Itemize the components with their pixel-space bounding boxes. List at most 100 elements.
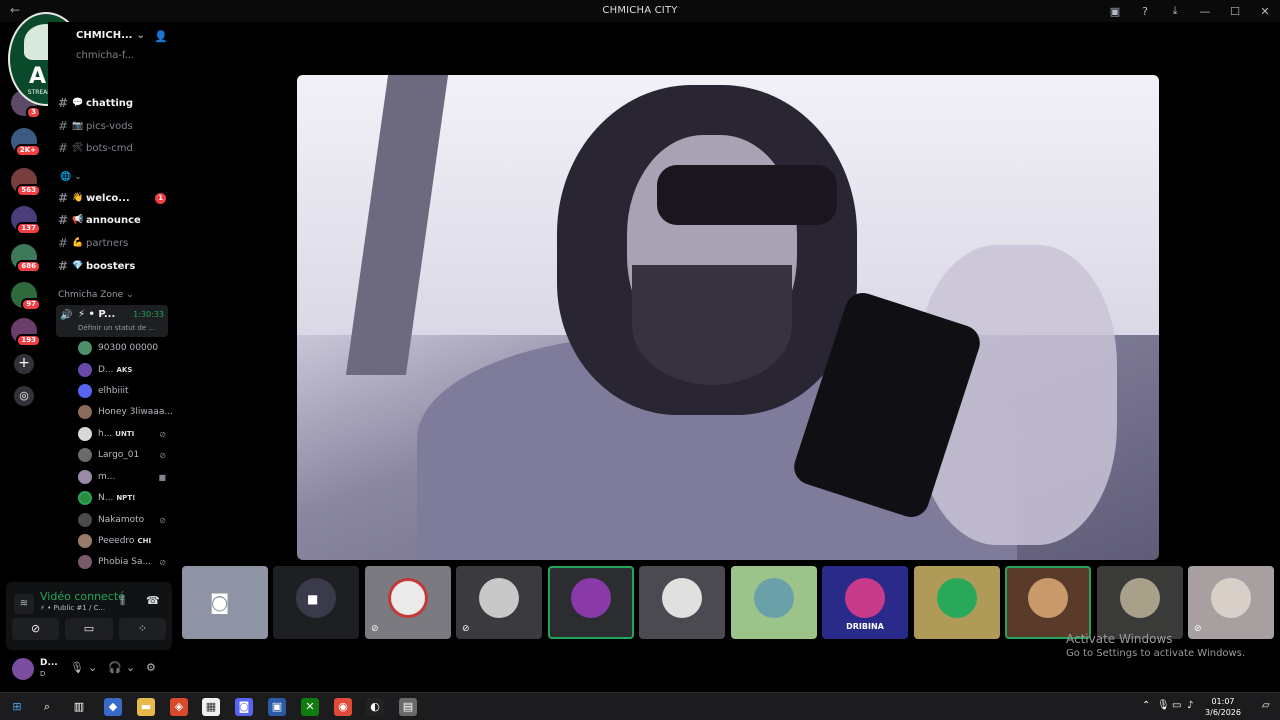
server-icon[interactable]: 686 <box>11 244 41 273</box>
voice-status: Définir un statut de ... <box>78 324 156 332</box>
participant-tile[interactable] <box>548 566 634 639</box>
inbox-icon[interactable]: ▣ <box>1100 5 1130 18</box>
network-icon[interactable]: ▭ <box>1172 700 1181 711</box>
voice-user[interactable]: 90300 00000 <box>78 338 174 358</box>
app-icon[interactable]: ▤ <box>399 698 417 716</box>
avatar <box>662 578 702 618</box>
participant-tile[interactable]: DRIBINA <box>822 566 908 639</box>
help-icon[interactable]: ? <box>1130 5 1160 18</box>
voice-user[interactable]: Peeedro CHI <box>78 531 174 551</box>
volume-icon[interactable]: ♪ <box>1187 700 1193 711</box>
store-icon[interactable]: ▦ <box>202 698 220 716</box>
focused-video-stream[interactable] <box>297 75 1159 560</box>
channel-item[interactable]: # 🛠 bots-cmd <box>58 139 172 157</box>
activation-watermark-sub: Go to Settings to activate Windows. <box>1066 648 1246 659</box>
noise-suppression-icon[interactable]: ⫼ <box>120 594 125 608</box>
participant-tile[interactable] <box>1097 566 1183 639</box>
mention-badge: 1 <box>155 193 166 204</box>
close-button[interactable]: ✕ <box>1250 5 1280 18</box>
file-explorer-icon[interactable]: ▬ <box>137 698 155 716</box>
chevron-down-icon[interactable]: ⌄ <box>126 661 135 674</box>
search-icon[interactable]: ⌕ <box>38 698 56 716</box>
camera-off-button[interactable]: ⊘ <box>12 618 60 640</box>
channel-item[interactable]: # 📷 pics-vods <box>58 117 172 135</box>
participant-tile[interactable]: ⊘ <box>456 566 542 639</box>
participant-tile[interactable] <box>914 566 1000 639</box>
participant-tile[interactable]: ⊘ <box>365 566 451 639</box>
brave-icon[interactable]: ◈ <box>170 698 188 716</box>
participant-tile[interactable]: ⊘ <box>1188 566 1274 639</box>
avatar[interactable] <box>12 658 34 680</box>
chevron-up-icon[interactable]: ⌃ <box>1142 700 1150 711</box>
obs-icon[interactable]: ◐ <box>366 698 384 716</box>
voice-user[interactable]: Honey 3liwaaa... <box>78 402 174 422</box>
category-header[interactable]: Chmicha Zone ⌄ <box>58 290 134 300</box>
activation-watermark: Activate Windows <box>1066 632 1173 646</box>
avatar <box>1028 578 1068 618</box>
voice-user[interactable]: elhbiiit <box>78 381 174 401</box>
username[interactable]: D... <box>40 658 58 668</box>
activities-button[interactable]: ⁘ <box>118 618 166 640</box>
headphones-icon[interactable]: 🎧 <box>108 661 122 674</box>
participant-tile[interactable] <box>639 566 725 639</box>
category-icon[interactable]: 🌐 ⌄ <box>60 172 82 182</box>
add-server-icon[interactable]: + <box>14 354 34 374</box>
voice-user[interactable]: D... AKS <box>78 360 174 380</box>
xbox-icon[interactable]: ✕ <box>301 698 319 716</box>
signal-icon[interactable]: ≋ <box>14 594 34 614</box>
hash-icon: # <box>58 259 69 273</box>
microphone-icon[interactable]: 🎙 <box>1157 700 1170 711</box>
channel-item[interactable]: # 💎 boosters <box>58 257 172 275</box>
voice-user[interactable]: Phobia Sa... ⊘ <box>78 552 174 572</box>
disconnect-icon[interactable]: ☎ <box>146 594 160 607</box>
hash-icon: # <box>58 191 69 205</box>
connection-status[interactable]: Vidéo connecté <box>40 590 125 603</box>
voice-user[interactable]: Largo_01 ⊘ <box>78 445 174 465</box>
chevron-down-icon[interactable]: ⌄ <box>88 661 97 674</box>
server-icon[interactable]: 563 <box>11 168 41 197</box>
maximize-button[interactable]: ☐ <box>1220 5 1250 18</box>
window-title: CHMICHA CITY <box>602 5 678 16</box>
invite-icon[interactable]: 👤 <box>154 30 168 43</box>
system-clock[interactable]: 01:07 3/6/2026 <box>1200 696 1246 718</box>
notification-icon[interactable]: ▱ <box>1262 700 1270 711</box>
participant-tile[interactable]: ◙ <box>182 566 268 639</box>
muted-icon: ⊘ <box>159 429 166 439</box>
discord-icon[interactable]: ◙ <box>235 698 253 716</box>
voice-user[interactable]: N... NPT! <box>78 488 174 508</box>
app-icon[interactable]: ▣ <box>268 698 286 716</box>
server-icon[interactable]: 193 <box>11 318 41 347</box>
server-icon[interactable]: 97 <box>11 282 41 311</box>
settings-gear-icon[interactable]: ⚙ <box>146 661 156 674</box>
connection-channel[interactable]: ⚡ • Public #1 / C... <box>40 604 105 612</box>
channel-item[interactable]: # 💪 partners <box>58 234 172 252</box>
participant-tile[interactable] <box>1005 566 1091 639</box>
voice-user[interactable]: Nakamoto ⊘ <box>78 510 174 530</box>
rtc-actions: ⊘ ▭ ⁘ <box>6 618 172 644</box>
screen-share-button[interactable]: ▭ <box>65 618 113 640</box>
voice-user[interactable]: m... ■ <box>78 467 174 487</box>
avatar <box>78 470 92 484</box>
channel-item[interactable]: # 📢 announce <box>58 211 172 229</box>
participant-tile[interactable] <box>731 566 817 639</box>
minimize-button[interactable]: — <box>1190 5 1220 18</box>
task-view-icon[interactable]: ▥ <box>70 698 88 716</box>
voice-user[interactable]: h... UNTI ⊘ <box>78 424 174 444</box>
copilot-icon[interactable]: ◆ <box>104 698 122 716</box>
server-icon[interactable]: 137 <box>11 206 41 235</box>
microphone-icon[interactable]: 🎙 <box>70 661 84 674</box>
windows-taskbar: ⊞ ⌕ ▥ ◆ ▬ ◈ ▦ ◙ ▣ ✕ ◉ ◐ ▤ ⌃ 🎙 ▭ ♪ 01:07 3… <box>0 692 1280 720</box>
avatar <box>388 578 428 618</box>
explore-icon[interactable]: ◎ <box>14 386 34 406</box>
server-name[interactable]: CHMICH... ⌄ <box>76 30 145 41</box>
channel-item[interactable]: # 👋 welco... 1 <box>58 189 172 207</box>
server-badge: 97 <box>21 298 41 311</box>
server-icon[interactable]: 2K+ <box>11 128 41 157</box>
windows-start-icon[interactable]: ⊞ <box>8 698 26 716</box>
voice-channel[interactable]: 🔊 ⚡ • P... 1:30:33 Définir un statut de … <box>56 305 168 337</box>
chrome-icon[interactable]: ◉ <box>334 698 352 716</box>
channel-item[interactable]: chmicha-f... <box>76 46 176 64</box>
download-icon[interactable]: ⤓ <box>1160 4 1190 18</box>
participant-tile[interactable]: ■ <box>273 566 359 639</box>
channel-item[interactable]: # 💬 chatting <box>58 94 172 112</box>
